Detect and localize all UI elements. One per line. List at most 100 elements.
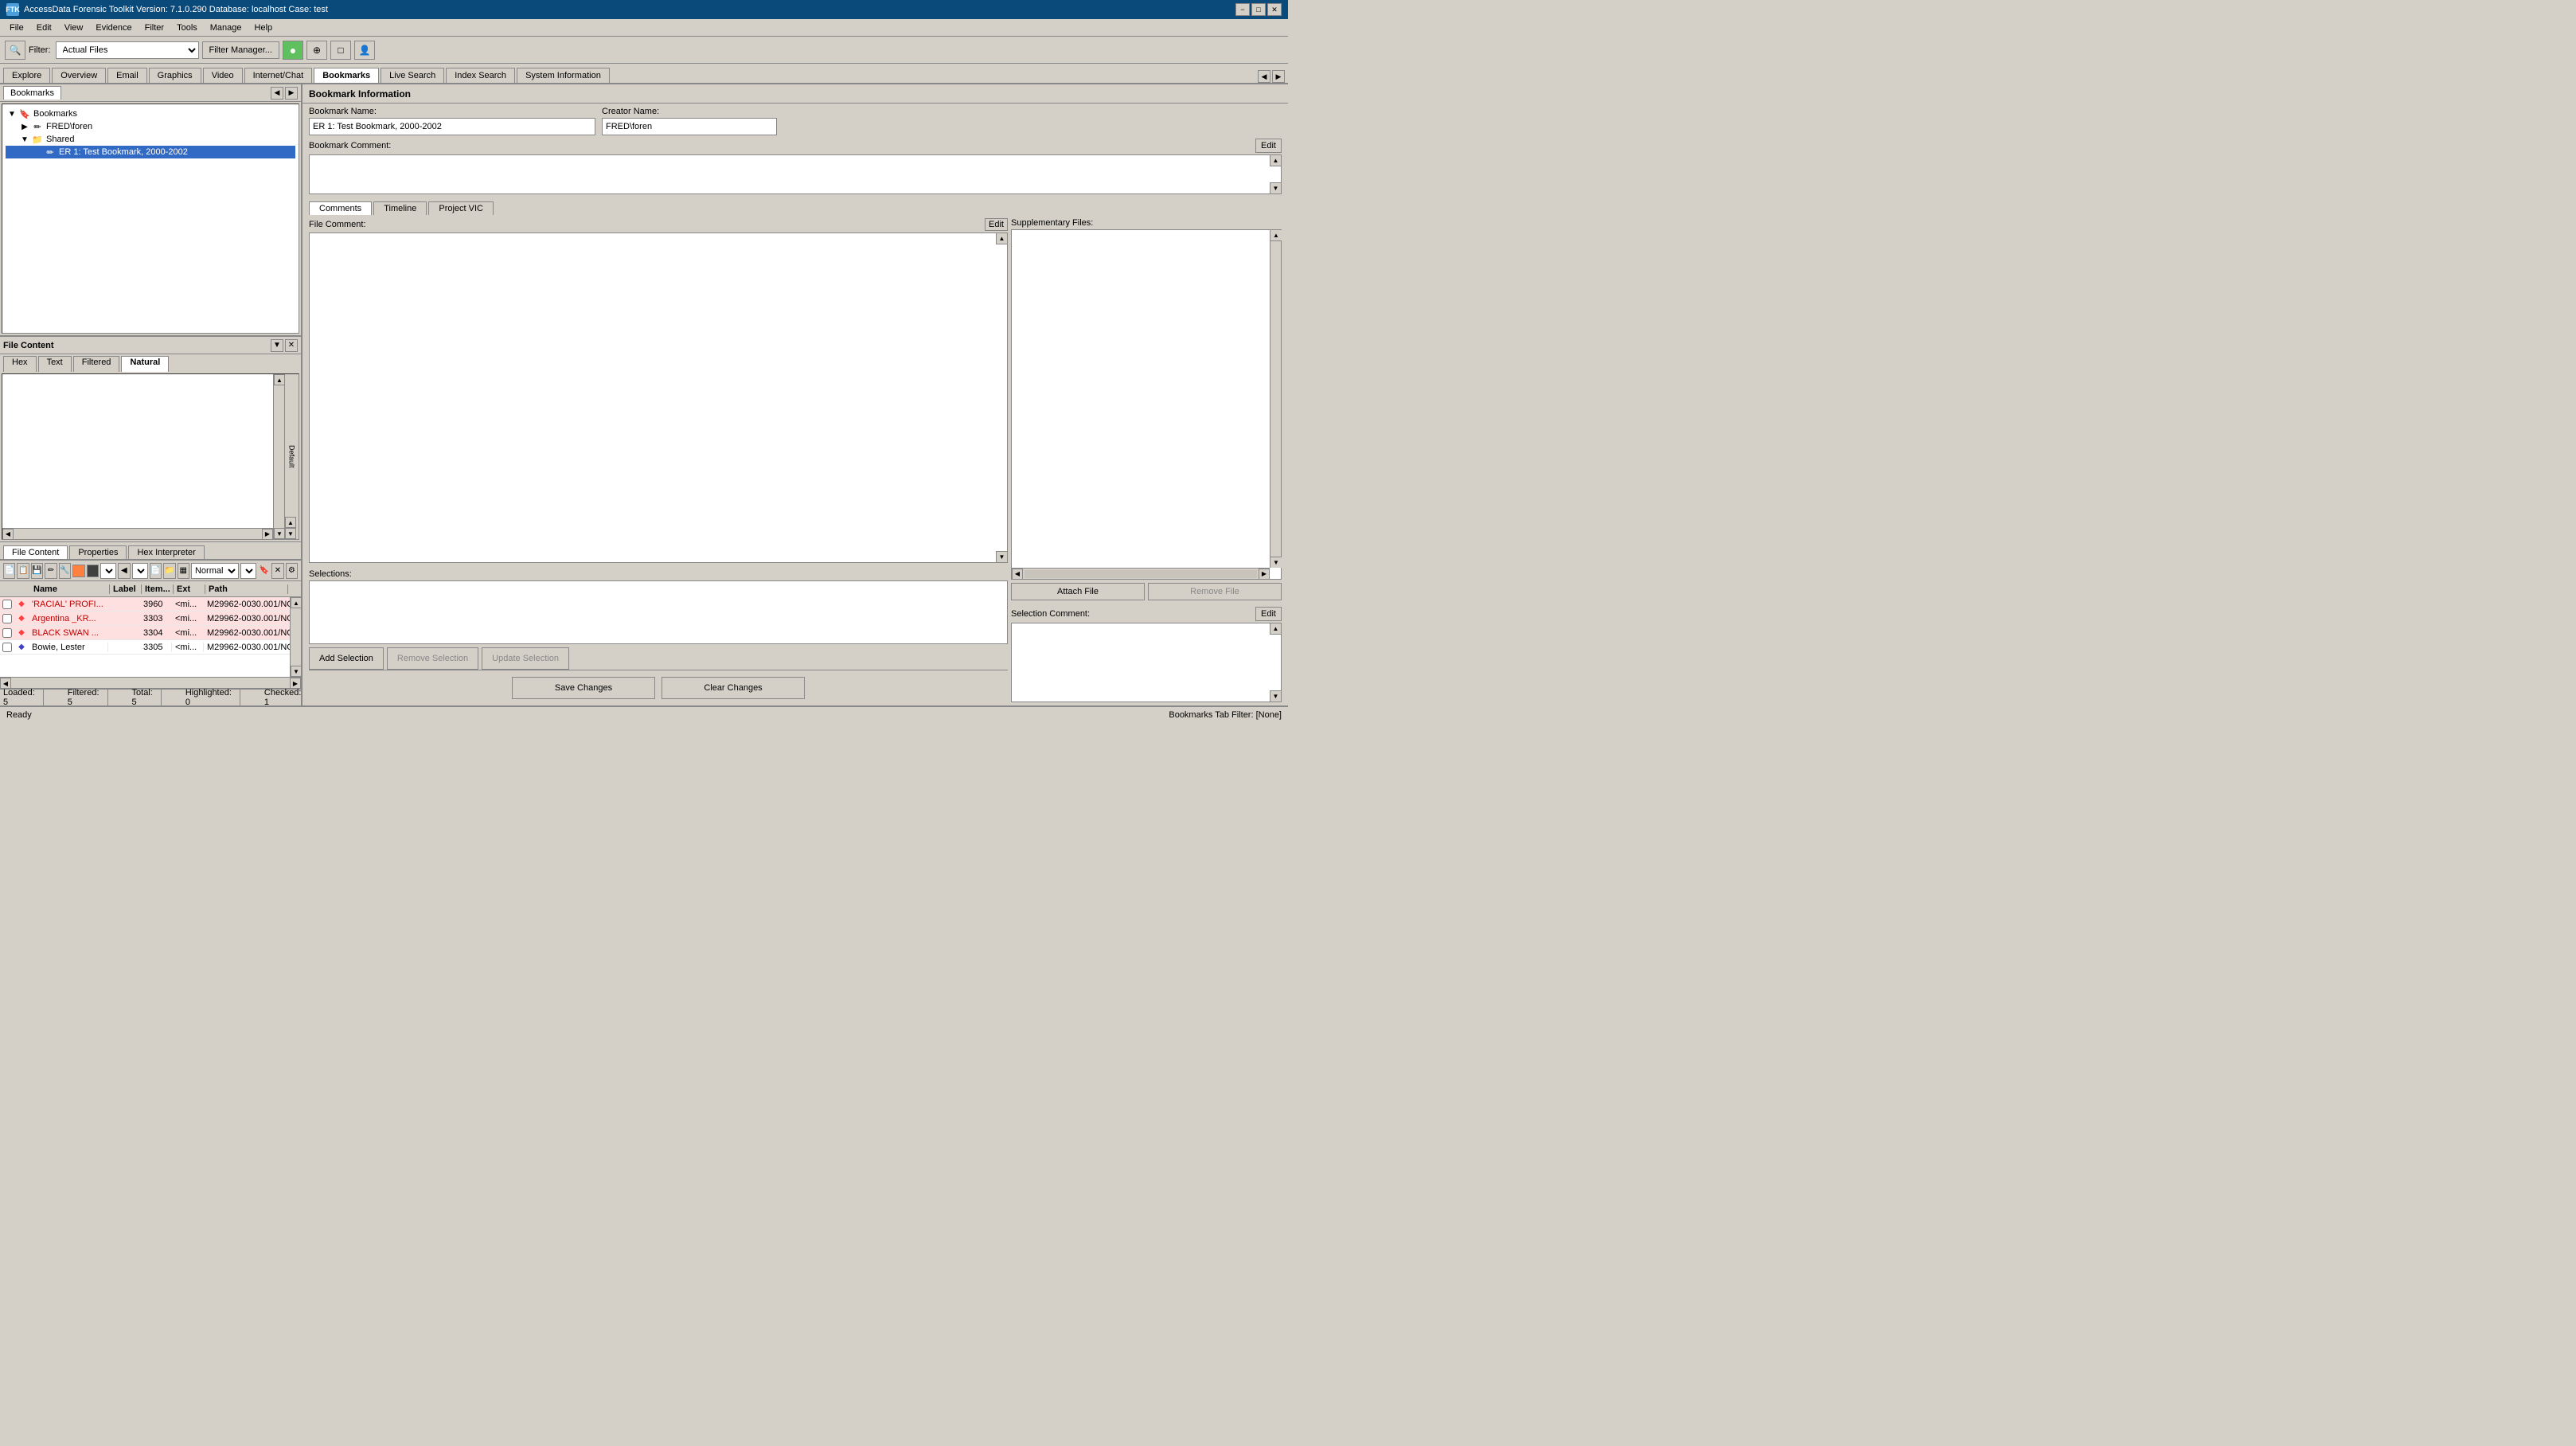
tree-item-bookmarks-root[interactable]: ▼ 🔖 Bookmarks bbox=[6, 107, 295, 120]
fl-btn-8[interactable]: 📁 bbox=[163, 563, 175, 579]
file-comment-scroll-down[interactable]: ▼ bbox=[996, 551, 1007, 562]
remove-file-button[interactable]: Remove File bbox=[1148, 583, 1282, 600]
tab-file-content[interactable]: File Content bbox=[3, 545, 68, 559]
fl-btn-6[interactable]: ◀ bbox=[118, 563, 130, 579]
row-checkbox-2[interactable] bbox=[2, 614, 12, 623]
panel-tab-bookmarks[interactable]: Bookmarks bbox=[3, 86, 61, 100]
attach-file-button[interactable]: Attach File bbox=[1011, 583, 1145, 600]
tab-hex-interpreter[interactable]: Hex Interpreter bbox=[128, 545, 204, 559]
content-arrow-down2[interactable]: ▼ bbox=[285, 528, 296, 539]
sel-comment-scroll-up[interactable]: ▲ bbox=[1270, 623, 1281, 635]
col-label[interactable]: Label bbox=[110, 584, 142, 594]
tab-internet-chat[interactable]: Internet/Chat bbox=[244, 68, 313, 83]
fl-btn-gear[interactable]: ⚙ bbox=[286, 563, 298, 579]
clear-changes-button[interactable]: Clear Changes bbox=[662, 677, 805, 699]
fl-dropdown1[interactable]: ▼ bbox=[100, 563, 116, 579]
minimize-button[interactable]: − bbox=[1235, 3, 1250, 16]
row-checkbox-3[interactable] bbox=[2, 628, 12, 638]
scroll-up[interactable]: ▲ bbox=[274, 374, 285, 385]
filter-manager-button[interactable]: Filter Manager... bbox=[202, 41, 279, 59]
supp-scroll-right[interactable]: ▶ bbox=[1259, 569, 1270, 580]
right-tab-comments[interactable]: Comments bbox=[309, 201, 372, 215]
supp-scroll-down[interactable]: ▼ bbox=[1270, 557, 1282, 568]
menu-edit[interactable]: Edit bbox=[30, 21, 58, 34]
toolbar-green-btn[interactable]: ● bbox=[283, 41, 303, 60]
col-item[interactable]: Item... bbox=[142, 584, 174, 594]
menu-filter[interactable]: Filter bbox=[139, 21, 170, 34]
right-tab-timeline[interactable]: Timeline bbox=[373, 201, 427, 215]
close-button[interactable]: ✕ bbox=[1267, 3, 1282, 16]
fl-btn-9[interactable]: ▦ bbox=[178, 563, 189, 579]
tab-properties[interactable]: Properties bbox=[69, 545, 127, 559]
table-row[interactable]: ◆ Bowie, Lester 3305 <mi... M29962-0030.… bbox=[0, 640, 301, 655]
comment-scroll-down[interactable]: ▼ bbox=[1270, 182, 1281, 193]
content-tab-text[interactable]: Text bbox=[38, 356, 72, 372]
menu-evidence[interactable]: Evidence bbox=[89, 21, 138, 34]
file-list-scroll-left[interactable]: ◀ bbox=[0, 678, 11, 689]
content-tab-natural[interactable]: Natural bbox=[121, 356, 169, 372]
tabs-nav-right[interactable]: ▶ bbox=[1272, 70, 1285, 83]
menu-manage[interactable]: Manage bbox=[204, 21, 248, 34]
table-row[interactable]: ◆ BLACK SWAN ... 3304 <mi... M29962-0030… bbox=[0, 626, 301, 640]
file-scroll-down[interactable]: ▼ bbox=[291, 666, 301, 677]
bookmark-comment-edit-btn[interactable]: Edit bbox=[1255, 139, 1282, 153]
toolbar-person-btn[interactable]: 👤 bbox=[354, 41, 375, 60]
maximize-button[interactable]: □ bbox=[1251, 3, 1266, 16]
tab-index-search[interactable]: Index Search bbox=[446, 68, 515, 83]
supp-scroll-up[interactable]: ▲ bbox=[1270, 230, 1282, 241]
expand-shared[interactable]: ▼ bbox=[18, 135, 31, 144]
tab-video[interactable]: Video bbox=[203, 68, 243, 83]
fl-normal-dropdown2[interactable]: ▼ bbox=[240, 563, 256, 579]
save-changes-button[interactable]: Save Changes bbox=[512, 677, 655, 699]
scroll-right[interactable]: ▶ bbox=[262, 529, 273, 540]
panel-nav-right[interactable]: ▶ bbox=[285, 87, 298, 100]
expand-fred-foren[interactable]: ▶ bbox=[18, 123, 31, 131]
file-list-scroll-right[interactable]: ▶ bbox=[290, 678, 301, 689]
tab-explore[interactable]: Explore bbox=[3, 68, 50, 83]
col-ext[interactable]: Ext bbox=[174, 584, 205, 594]
fl-btn-3[interactable]: 💾 bbox=[31, 563, 43, 579]
menu-file[interactable]: File bbox=[3, 21, 30, 34]
fl-btn-color1[interactable] bbox=[72, 565, 84, 577]
fl-btn-x[interactable]: ✕ bbox=[271, 563, 283, 579]
fl-bookmark-icon[interactable]: 🔖 bbox=[258, 563, 270, 579]
sel-comment-scroll-down[interactable]: ▼ bbox=[1270, 690, 1281, 702]
update-selection-button[interactable]: Update Selection bbox=[482, 647, 569, 670]
expand-bookmarks-root[interactable]: ▼ bbox=[6, 110, 18, 119]
toolbar-crosshair-btn[interactable]: ⊕ bbox=[306, 41, 327, 60]
fl-btn-color2[interactable] bbox=[87, 565, 99, 577]
tree-item-fred-foren[interactable]: ▶ ✏ FRED\foren bbox=[6, 120, 295, 133]
remove-selection-button[interactable]: Remove Selection bbox=[387, 647, 478, 670]
add-selection-button[interactable]: Add Selection bbox=[309, 647, 384, 670]
fl-normal-dropdown[interactable]: Normal bbox=[191, 563, 239, 579]
tab-email[interactable]: Email bbox=[107, 68, 147, 83]
tab-system-information[interactable]: System Information bbox=[517, 68, 610, 83]
tab-live-search[interactable]: Live Search bbox=[381, 68, 444, 83]
col-name[interactable]: Name bbox=[30, 584, 110, 594]
creator-name-input[interactable] bbox=[602, 118, 777, 135]
filter-dropdown[interactable]: Actual Files All Files Deleted Files bbox=[56, 41, 199, 59]
menu-tools[interactable]: Tools bbox=[170, 21, 204, 34]
selection-comment-edit-btn[interactable]: Edit bbox=[1255, 607, 1282, 621]
tree-item-shared[interactable]: ▼ 📁 Shared bbox=[6, 133, 295, 146]
content-arrow-up2[interactable]: ▲ bbox=[285, 517, 296, 528]
tree-item-bookmark1[interactable]: ✏ ER 1: Test Bookmark, 2000-2002 bbox=[6, 146, 295, 158]
fl-btn-2[interactable]: 📋 bbox=[17, 563, 29, 579]
fl-btn-5[interactable]: 🔧 bbox=[59, 563, 71, 579]
right-tab-project-vic[interactable]: Project VIC bbox=[428, 201, 494, 215]
scroll-down[interactable]: ▼ bbox=[274, 528, 285, 539]
tabs-nav-left[interactable]: ◀ bbox=[1258, 70, 1270, 83]
file-comment-scroll-up[interactable]: ▲ bbox=[996, 233, 1007, 244]
fl-btn-4[interactable]: ✏ bbox=[45, 563, 57, 579]
table-row[interactable]: ◆ Argentina _KR... 3303 <mi... M29962-00… bbox=[0, 612, 301, 626]
file-comment-edit-btn[interactable]: Edit bbox=[985, 218, 1008, 231]
scroll-left[interactable]: ◀ bbox=[2, 529, 14, 540]
tab-bookmarks[interactable]: Bookmarks bbox=[314, 68, 379, 83]
fl-btn-7[interactable]: 📄 bbox=[150, 563, 162, 579]
supp-scroll-left[interactable]: ◀ bbox=[1012, 569, 1023, 580]
file-scroll-up[interactable]: ▲ bbox=[291, 597, 301, 608]
menu-help[interactable]: Help bbox=[248, 21, 279, 34]
content-tab-filtered[interactable]: Filtered bbox=[73, 356, 120, 372]
row-checkbox-4[interactable] bbox=[2, 643, 12, 652]
menu-view[interactable]: View bbox=[58, 21, 90, 34]
